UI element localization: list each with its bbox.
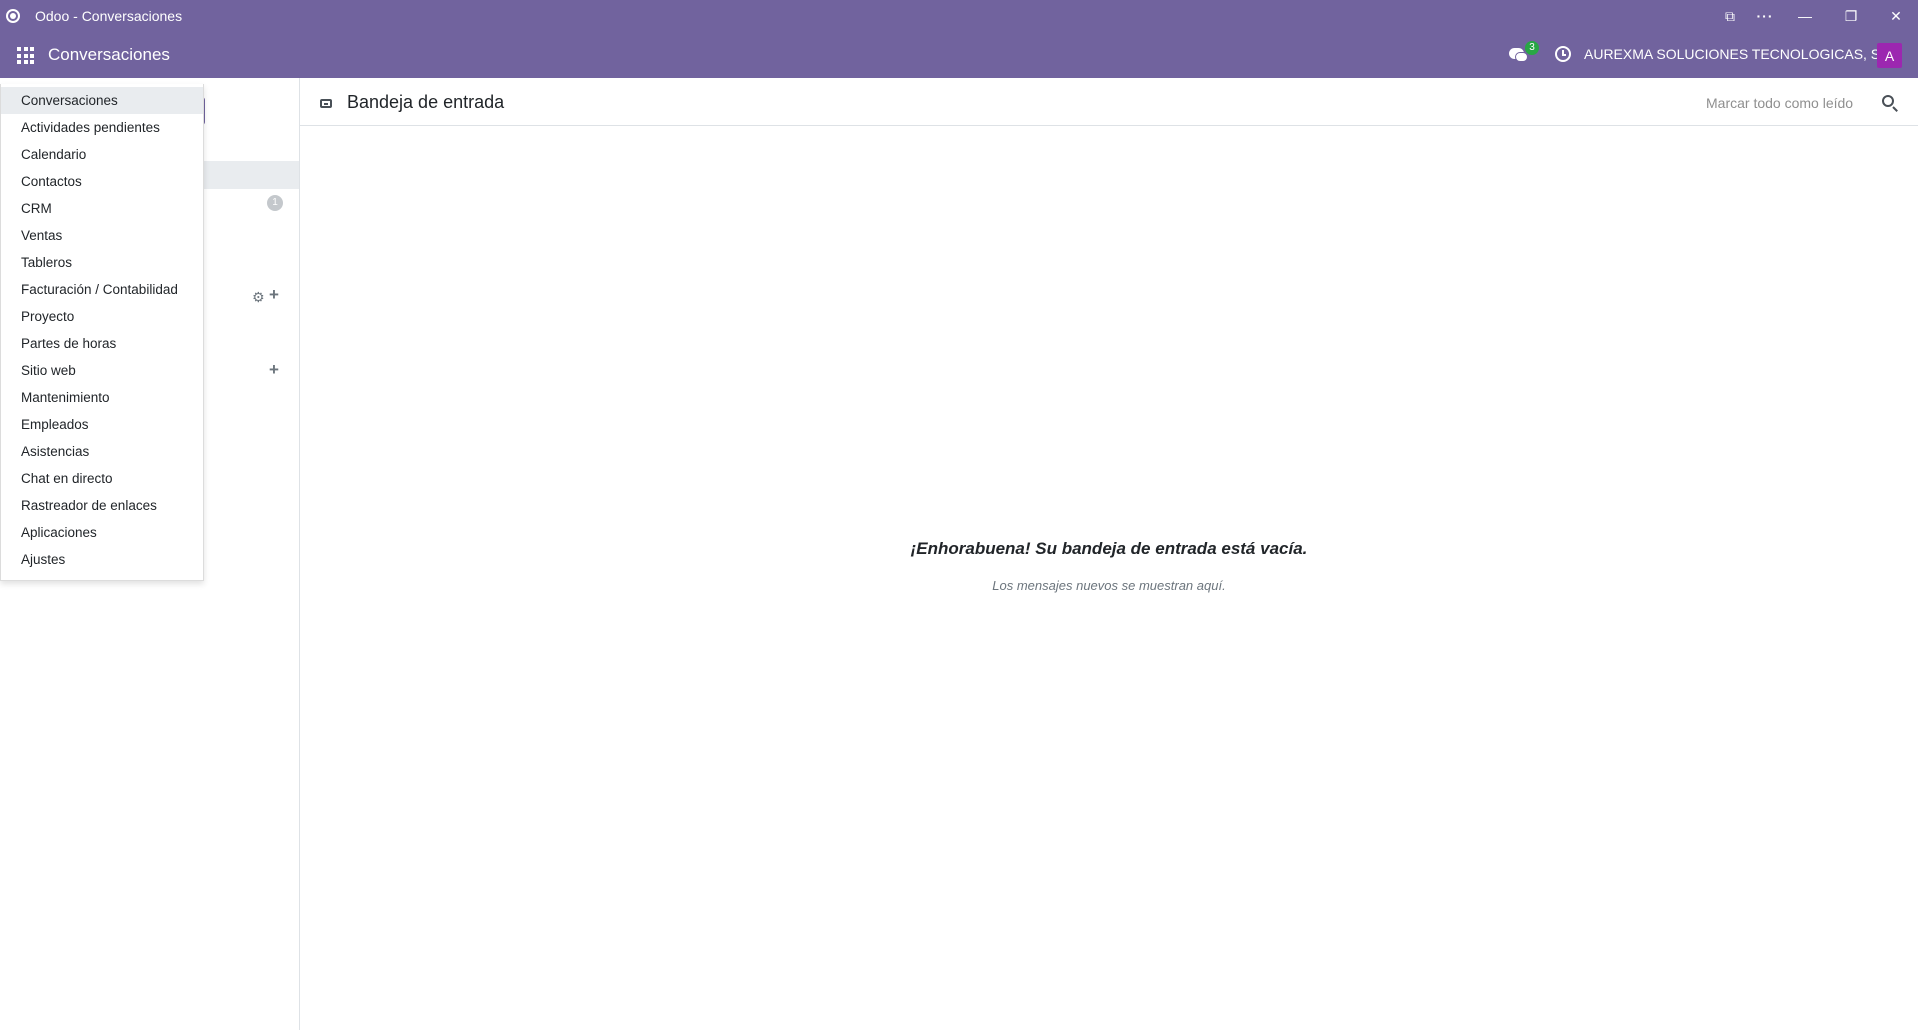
empty-inbox-title: ¡Enhorabuena! Su bandeja de entrada está… (910, 539, 1308, 558)
mark-all-read-button[interactable]: Marcar todo como leído (1706, 95, 1853, 111)
restore-button[interactable]: ❐ (1840, 5, 1862, 27)
menu-item-rastreador[interactable]: Rastreador de enlaces (1, 492, 203, 519)
more-options-icon[interactable]: ··· (1754, 5, 1776, 27)
close-button[interactable]: ✕ (1885, 5, 1907, 27)
page-title: Bandeja de entrada (347, 92, 505, 112)
menu-item-conversaciones[interactable]: Conversaciones (1, 87, 203, 114)
activity-clock-icon[interactable] (1555, 46, 1571, 62)
menu-item-empleados[interactable]: Empleados (1, 411, 203, 438)
menu-item-asistencias[interactable]: Asistencias (1, 438, 203, 465)
window-title-bar: Odoo - Conversaciones ⧉ ··· — ❐ ✕ (0, 0, 1918, 32)
menu-item-partes-de-horas[interactable]: Partes de horas (1, 330, 203, 357)
add-chat-icon[interactable]: + (269, 361, 279, 378)
menu-item-aplicaciones[interactable]: Aplicaciones (1, 519, 203, 546)
sidebar-count-badge: 1 (267, 195, 283, 211)
menu-item-actividades[interactable]: Actividades pendientes (1, 114, 203, 141)
apps-dropdown-menu: Conversaciones Actividades pendientes Ca… (0, 84, 204, 581)
inbox-icon (320, 99, 332, 108)
menu-item-chat-en-directo[interactable]: Chat en directo (1, 465, 203, 492)
top-navbar: Conversaciones 3 AUREXMA SOLUCIONES TECN… (0, 32, 1918, 78)
gear-icon[interactable]: ⚙ (252, 289, 265, 306)
menu-item-ajustes[interactable]: Ajustes (1, 546, 203, 573)
search-icon[interactable] (1882, 95, 1894, 107)
apps-menu-icon[interactable] (17, 47, 34, 64)
menu-item-mantenimiento[interactable]: Mantenimiento (1, 384, 203, 411)
company-switcher[interactable]: AUREXMA SOLUCIONES TECNOLOGICAS, S.L. (1584, 46, 1896, 62)
minimize-button[interactable]: — (1794, 5, 1816, 27)
empty-inbox-subtitle: Los mensajes nuevos se muestran aquí. (992, 578, 1226, 593)
cast-icon[interactable]: ⧉ (1719, 5, 1741, 27)
menu-item-tableros[interactable]: Tableros (1, 249, 203, 276)
menu-item-sitio-web[interactable]: Sitio web (1, 357, 203, 384)
chat-icon[interactable]: 3 (1509, 41, 1539, 65)
add-channel-icon[interactable]: + (269, 286, 279, 303)
menu-item-contactos[interactable]: Contactos (1, 168, 203, 195)
window-title: Odoo - Conversaciones (35, 8, 183, 24)
user-avatar[interactable]: A (1877, 43, 1902, 68)
app-name[interactable]: Conversaciones (48, 45, 170, 65)
menu-item-crm[interactable]: CRM (1, 195, 203, 222)
menu-item-calendario[interactable]: Calendario (1, 141, 203, 168)
main-content: Bandeja de entrada Marcar todo como leíd… (300, 78, 1918, 1030)
odoo-logo-icon (6, 9, 20, 23)
chat-count-badge: 3 (1525, 41, 1539, 55)
main-header: Bandeja de entrada Marcar todo como leíd… (300, 78, 1918, 126)
menu-item-proyecto[interactable]: Proyecto (1, 303, 203, 330)
menu-item-facturacion[interactable]: Facturación / Contabilidad (1, 276, 203, 303)
menu-item-ventas[interactable]: Ventas (1, 222, 203, 249)
